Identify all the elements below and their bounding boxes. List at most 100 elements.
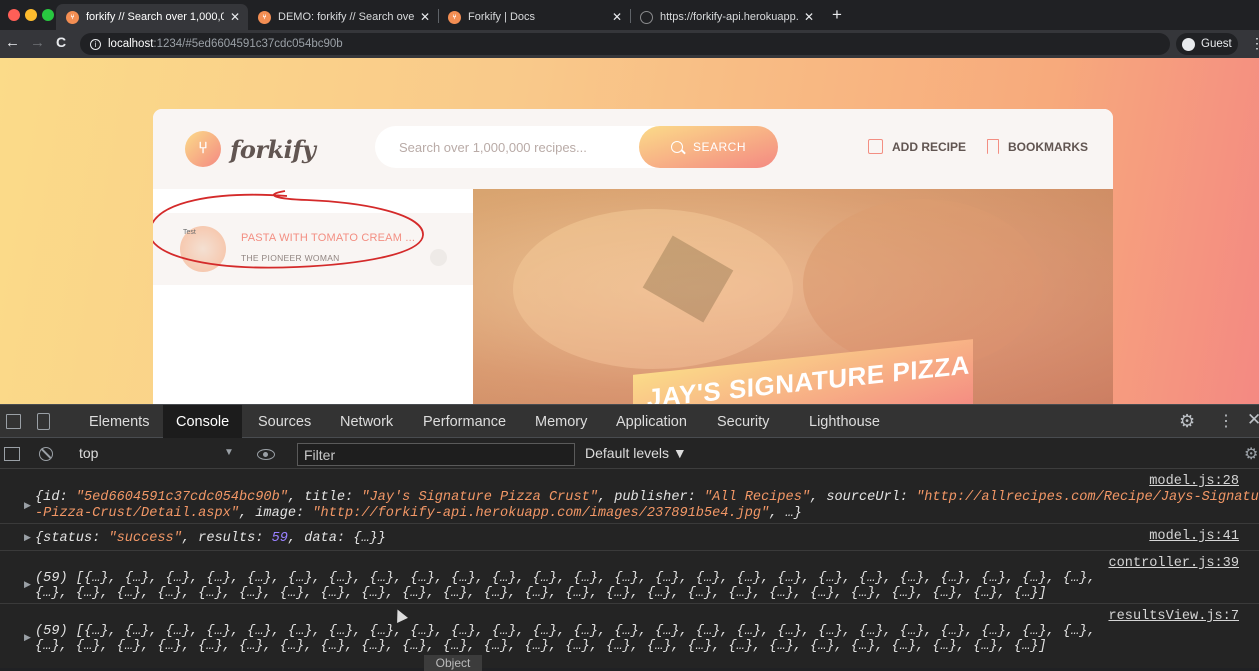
tab-title: https://forkify-api.herokuapp.c (660, 11, 798, 23)
console-settings-gear-icon[interactable]: ⚙ (1244, 444, 1258, 464)
value-title: "Jay's Signature Pizza Crust" (361, 490, 598, 505)
forkify-logo[interactable]: ⑂ forkify (185, 131, 316, 167)
user-generated-icon (430, 249, 447, 266)
browser-tab-docs[interactable]: ⑂ Forkify | Docs ✕ (438, 4, 630, 30)
tab-network[interactable]: Network (327, 405, 406, 438)
browser-tab-api[interactable]: https://forkify-api.herokuapp.c ✕ (630, 4, 822, 30)
minimize-window-button[interactable] (25, 9, 37, 21)
back-arrow-icon[interactable]: ← (5, 34, 20, 51)
search-button-label: SEARCH (692, 140, 746, 154)
tab-console[interactable]: Console (163, 405, 243, 438)
add-recipe-label: ADD RECIPE (892, 139, 967, 154)
avatar-icon (1182, 37, 1195, 51)
profile-label: Guest (1201, 38, 1232, 50)
settings-gear-icon[interactable]: ⚙ (1179, 411, 1195, 432)
tab-elements[interactable]: Elements (76, 405, 162, 438)
log-source-link[interactable]: model.js:41 (1149, 529, 1239, 544)
globe-icon (640, 10, 653, 24)
search-icon (670, 141, 683, 153)
log-line: {status: "success", results: 59, data: {… (35, 531, 386, 546)
close-window-button[interactable] (8, 9, 20, 21)
log-line: {…}, {…}, {…}, {…}, {…}, {…}, {…}, {…}, … (35, 639, 1047, 654)
devtools-tab-bar: Elements Console Sources Network Perform… (0, 405, 1259, 438)
value-image: "http://forkify-api.herokuapp.com/images… (312, 506, 770, 521)
recipe-view: JAY'S SIGNATURE PIZZA (473, 189, 1113, 404)
clear-console-icon[interactable] (39, 447, 53, 461)
chevron-down-icon[interactable]: ▼ (224, 447, 234, 458)
console-sidebar-icon[interactable] (4, 447, 20, 461)
execution-context-select[interactable]: top (79, 445, 98, 461)
value-results: 59 (271, 531, 288, 546)
close-devtools-icon[interactable]: ✕ (1247, 410, 1259, 430)
tab-close-icon[interactable]: ✕ (230, 10, 240, 24)
value-publisher: "All Recipes" (703, 490, 811, 505)
object-tooltip: Object (424, 655, 482, 671)
value-tail: , …} (769, 506, 802, 521)
log-source-link[interactable]: controller.js:39 (1108, 556, 1239, 571)
logo-text: forkify (230, 134, 316, 164)
search-results: Test PASTA WITH TOMATO CREAM ... THE PIO… (153, 189, 473, 404)
address-path: :1234/#5ed6604591c37cdc054bc90b (153, 38, 343, 50)
search-form: SEARCH (375, 126, 778, 168)
new-tab-button[interactable]: + (832, 5, 842, 25)
add-recipe-button[interactable]: ADD RECIPE (868, 139, 966, 154)
tab-close-icon[interactable]: ✕ (420, 10, 430, 24)
log-line: {…}, {…}, {…}, {…}, {…}, {…}, {…}, {…}, … (35, 586, 1047, 601)
console-log-entry: model.js:41 ▶ {status: "success", result… (0, 525, 1259, 551)
expand-triangle-icon[interactable]: ▶ (24, 580, 31, 590)
tab-security[interactable]: Security (704, 405, 782, 438)
tab-close-icon[interactable]: ✕ (804, 10, 814, 24)
site-info-icon[interactable]: i (90, 38, 101, 50)
expand-triangle-icon[interactable]: ▶ (24, 501, 31, 511)
browser-toolbar: ← → C i localhost:1234/#5ed6604591c37cdc… (0, 30, 1259, 58)
tab-memory[interactable]: Memory (522, 405, 600, 438)
tab-sources[interactable]: Sources (245, 405, 324, 438)
log-source-link[interactable]: resultsView.js:7 (1108, 609, 1239, 624)
inspect-element-icon[interactable] (6, 414, 21, 429)
tab-title: DEMO: forkify // Search over 1, (278, 11, 414, 23)
address-bar[interactable]: i localhost:1234/#5ed6604591c37cdc054bc9… (80, 33, 1170, 55)
search-button[interactable]: SEARCH (639, 126, 778, 168)
console-filter (297, 443, 575, 466)
console-log-entry: resultsView.js:7 ▶ (59) [{…}, {…}, {…}, … (0, 605, 1259, 659)
filter-input[interactable] (304, 446, 564, 463)
fork-knife-logo-icon: ⑂ (185, 131, 221, 167)
edit-icon (868, 139, 883, 154)
console-log-entry: model.js:28 ▶ {id: "5ed6604591c37cdc054b… (0, 470, 1259, 524)
result-item[interactable]: Test PASTA WITH TOMATO CREAM ... THE PIO… (153, 213, 473, 285)
log-line: -Pizza-Crust/Detail.aspx", image: "http:… (35, 506, 802, 521)
device-toolbar-icon[interactable] (37, 413, 50, 430)
value-status: "success" (108, 531, 182, 546)
recipe-thumbnail: Test (180, 226, 226, 272)
log-line: (59) [{…}, {…}, {…}, {…}, {…}, {…}, {…},… (35, 624, 1096, 639)
log-levels-dropdown[interactable]: Default levels ▼ (585, 445, 687, 461)
search-input[interactable] (399, 139, 629, 155)
tab-application[interactable]: Application (603, 405, 700, 438)
browser-tab-demo[interactable]: ⑂ DEMO: forkify // Search over 1, ✕ (248, 4, 438, 30)
bookmarks-button[interactable]: BOOKMARKS (987, 139, 1088, 154)
devtools-menu-icon[interactable]: ⋮ (1218, 411, 1234, 431)
result-publisher: THE PIONEER WOMAN (241, 253, 340, 263)
forward-arrow-icon[interactable]: → (30, 34, 45, 51)
maximize-window-button[interactable] (42, 9, 54, 21)
expand-triangle-icon[interactable]: ▶ (24, 633, 31, 643)
profile-button[interactable]: Guest (1176, 33, 1238, 55)
app-header: ⑂ forkify SEARCH ADD RECIPE BOOKMARKS (153, 109, 1113, 189)
devtools-panel: Elements Console Sources Network Perform… (0, 404, 1259, 671)
page-viewport: ⑂ forkify SEARCH ADD RECIPE BOOKMARKS (0, 58, 1259, 404)
reload-icon[interactable]: C (56, 34, 66, 50)
value-id: "5ed6604591c37cdc054bc90b" (75, 490, 288, 505)
tab-lighthouse[interactable]: Lighthouse (796, 405, 893, 438)
tab-performance[interactable]: Performance (410, 405, 519, 438)
browser-tab-forkify[interactable]: ⑂ forkify // Search over 1,000,00 ✕ (56, 4, 248, 30)
console-log-entry: controller.js:39 ▶ (59) [{…}, {…}, {…}, … (0, 552, 1259, 604)
tab-close-icon[interactable]: ✕ (612, 10, 622, 24)
log-line: (59) [{…}, {…}, {…}, {…}, {…}, {…}, {…},… (35, 571, 1096, 586)
browser-menu-icon[interactable]: ⋮ (1250, 35, 1259, 52)
live-expression-eye-icon[interactable] (257, 449, 275, 460)
tab-title: forkify // Search over 1,000,00 (86, 11, 224, 23)
expand-triangle-icon[interactable]: ▶ (24, 533, 31, 543)
log-source-link[interactable]: model.js:28 (1149, 474, 1239, 489)
result-title: PASTA WITH TOMATO CREAM ... (241, 232, 416, 244)
browser-tab-strip: ⑂ forkify // Search over 1,000,00 ✕ ⑂ DE… (0, 0, 1259, 30)
